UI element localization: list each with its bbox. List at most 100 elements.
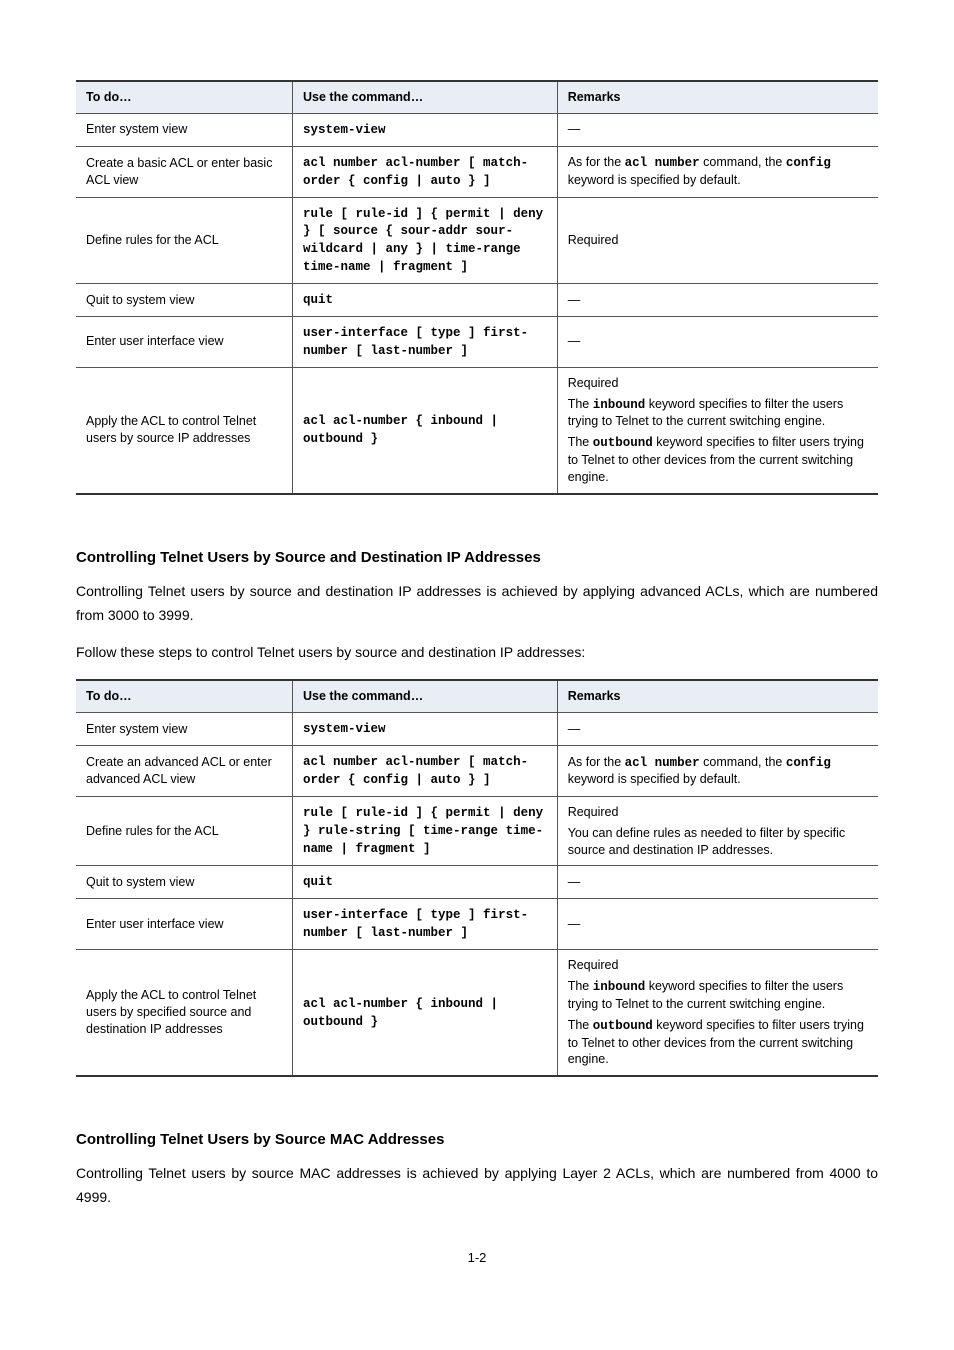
desc-text: As for the: [568, 755, 625, 769]
desc-bold: outbound: [593, 1019, 653, 1033]
section-title-source-mac: Controlling Telnet Users by Source MAC A…: [76, 1131, 878, 1148]
desc-bold: acl number: [625, 156, 700, 170]
table-row: Enter system view system-view —: [76, 713, 878, 746]
cell-to: Define rules for the ACL: [76, 197, 293, 284]
cell-cmd: quit: [293, 284, 558, 317]
th-desc: Remarks: [557, 81, 878, 113]
table-row: Apply the ACL to control Telnet users by…: [76, 950, 878, 1077]
desc-bold: inbound: [593, 980, 646, 994]
desc-text: The: [568, 397, 593, 411]
cmd-text: rule [ rule-id ] { permit | deny } [ sou…: [303, 207, 543, 275]
cmd-text: rule [ rule-id ] { permit | deny } rule-…: [303, 806, 543, 856]
table-acl-src-dst-ip: To do… Use the command… Remarks Enter sy…: [76, 679, 878, 1077]
cell-to: Enter user interface view: [76, 316, 293, 367]
cell-to: Enter user interface view: [76, 899, 293, 950]
desc-text: keyword is specified by default.: [568, 772, 741, 786]
section-title-src-dst-ip: Controlling Telnet Users by Source and D…: [76, 549, 878, 566]
cmd-text: acl number acl-number [ match-order { co…: [303, 156, 528, 188]
cell-cmd: acl acl-number { inbound | outbound }: [293, 950, 558, 1077]
cmd-text: acl number acl-number [ match-order { co…: [303, 755, 528, 787]
cell-cmd: rule [ rule-id ] { permit | deny } [ sou…: [293, 197, 558, 284]
cell-cmd: user-interface [ type ] first-number [ l…: [293, 316, 558, 367]
cell-cmd: system-view: [293, 113, 558, 146]
table-row: Enter user interface view user-interface…: [76, 316, 878, 367]
cell-desc: —: [557, 866, 878, 899]
cell-to: Apply the ACL to control Telnet users by…: [76, 367, 293, 494]
desc-line: The inbound keyword specifies to filter …: [568, 396, 868, 431]
table-row: Create an advanced ACL or enter advanced…: [76, 746, 878, 797]
desc-text: As for the: [568, 155, 625, 169]
cmd-text: user-interface [ type ] first-number [ l…: [303, 326, 528, 358]
cell-desc: —: [557, 284, 878, 317]
desc-text: The: [568, 435, 593, 449]
cell-desc: Required You can define rules as needed …: [557, 796, 878, 866]
desc-line: Required: [568, 957, 868, 974]
desc-line: The inbound keyword specifies to filter …: [568, 978, 868, 1013]
cell-desc: —: [557, 316, 878, 367]
cmd-text: quit: [303, 293, 333, 307]
cell-desc: —: [557, 713, 878, 746]
table-row: Define rules for the ACL rule [ rule-id …: [76, 197, 878, 284]
cmd-text: user-interface [ type ] first-number [ l…: [303, 908, 528, 940]
desc-line: The outbound keyword specifies to filter…: [568, 1017, 868, 1069]
desc-bold: outbound: [593, 436, 653, 450]
cell-cmd: rule [ rule-id ] { permit | deny } rule-…: [293, 796, 558, 866]
cell-desc: Required: [557, 197, 878, 284]
table-row: Quit to system view quit —: [76, 284, 878, 317]
desc-bold: config: [786, 156, 831, 170]
section-para: Follow these steps to control Telnet use…: [76, 641, 878, 665]
th-cmd: Use the command…: [293, 680, 558, 712]
cell-to: Create an advanced ACL or enter advanced…: [76, 746, 293, 797]
desc-bold: config: [786, 756, 831, 770]
cell-cmd: acl number acl-number [ match-order { co…: [293, 746, 558, 797]
cell-to: Enter system view: [76, 113, 293, 146]
table-row: Enter user interface view user-interface…: [76, 899, 878, 950]
cell-desc: As for the acl number command, the confi…: [557, 146, 878, 197]
desc-line: Required: [568, 804, 868, 821]
cell-cmd: user-interface [ type ] first-number [ l…: [293, 899, 558, 950]
th-cmd: Use the command…: [293, 81, 558, 113]
section-para: Controlling Telnet users by source and d…: [76, 580, 878, 628]
cell-cmd: acl number acl-number [ match-order { co…: [293, 146, 558, 197]
table-row: Enter system view system-view —: [76, 113, 878, 146]
desc-bold: inbound: [593, 398, 646, 412]
cmd-text: acl acl-number { inbound | outbound }: [303, 997, 498, 1029]
desc-text: command, the: [700, 755, 786, 769]
desc-bold: acl number: [625, 756, 700, 770]
desc-text: command, the: [700, 155, 786, 169]
cmd-text: acl acl-number { inbound | outbound }: [303, 414, 498, 446]
table-row: Quit to system view quit —: [76, 866, 878, 899]
cell-cmd: quit: [293, 866, 558, 899]
cell-to: Apply the ACL to control Telnet users by…: [76, 950, 293, 1077]
cell-desc: Required The inbound keyword specifies t…: [557, 367, 878, 494]
th-to: To do…: [76, 81, 293, 113]
cell-desc: —: [557, 899, 878, 950]
th-desc: Remarks: [557, 680, 878, 712]
cell-desc: As for the acl number command, the confi…: [557, 746, 878, 797]
cell-to: Quit to system view: [76, 866, 293, 899]
table-row: Create a basic ACL or enter basic ACL vi…: [76, 146, 878, 197]
section-para: Controlling Telnet users by source MAC a…: [76, 1162, 878, 1210]
cell-cmd: acl acl-number { inbound | outbound }: [293, 367, 558, 494]
table-row: Apply the ACL to control Telnet users by…: [76, 367, 878, 494]
cell-to: Enter system view: [76, 713, 293, 746]
cell-to: Quit to system view: [76, 284, 293, 317]
desc-line: You can define rules as needed to filter…: [568, 825, 868, 859]
cell-cmd: system-view: [293, 713, 558, 746]
cell-desc: Required The inbound keyword specifies t…: [557, 950, 878, 1077]
desc-text: The: [568, 979, 593, 993]
table-acl-source-ip: To do… Use the command… Remarks Enter sy…: [76, 80, 878, 495]
desc-text: The: [568, 1018, 593, 1032]
page-container: To do… Use the command… Remarks Enter sy…: [0, 0, 954, 1305]
desc-line: Required: [568, 375, 868, 392]
cell-desc: —: [557, 113, 878, 146]
cell-to: Define rules for the ACL: [76, 796, 293, 866]
cmd-text: system-view: [303, 722, 386, 736]
cmd-text: system-view: [303, 123, 386, 137]
cell-to: Create a basic ACL or enter basic ACL vi…: [76, 146, 293, 197]
page-number: 1-2: [76, 1250, 878, 1265]
table-row: Define rules for the ACL rule [ rule-id …: [76, 796, 878, 866]
desc-line: The outbound keyword specifies to filter…: [568, 434, 868, 486]
desc-text: keyword is specified by default.: [568, 173, 741, 187]
cmd-text: quit: [303, 875, 333, 889]
